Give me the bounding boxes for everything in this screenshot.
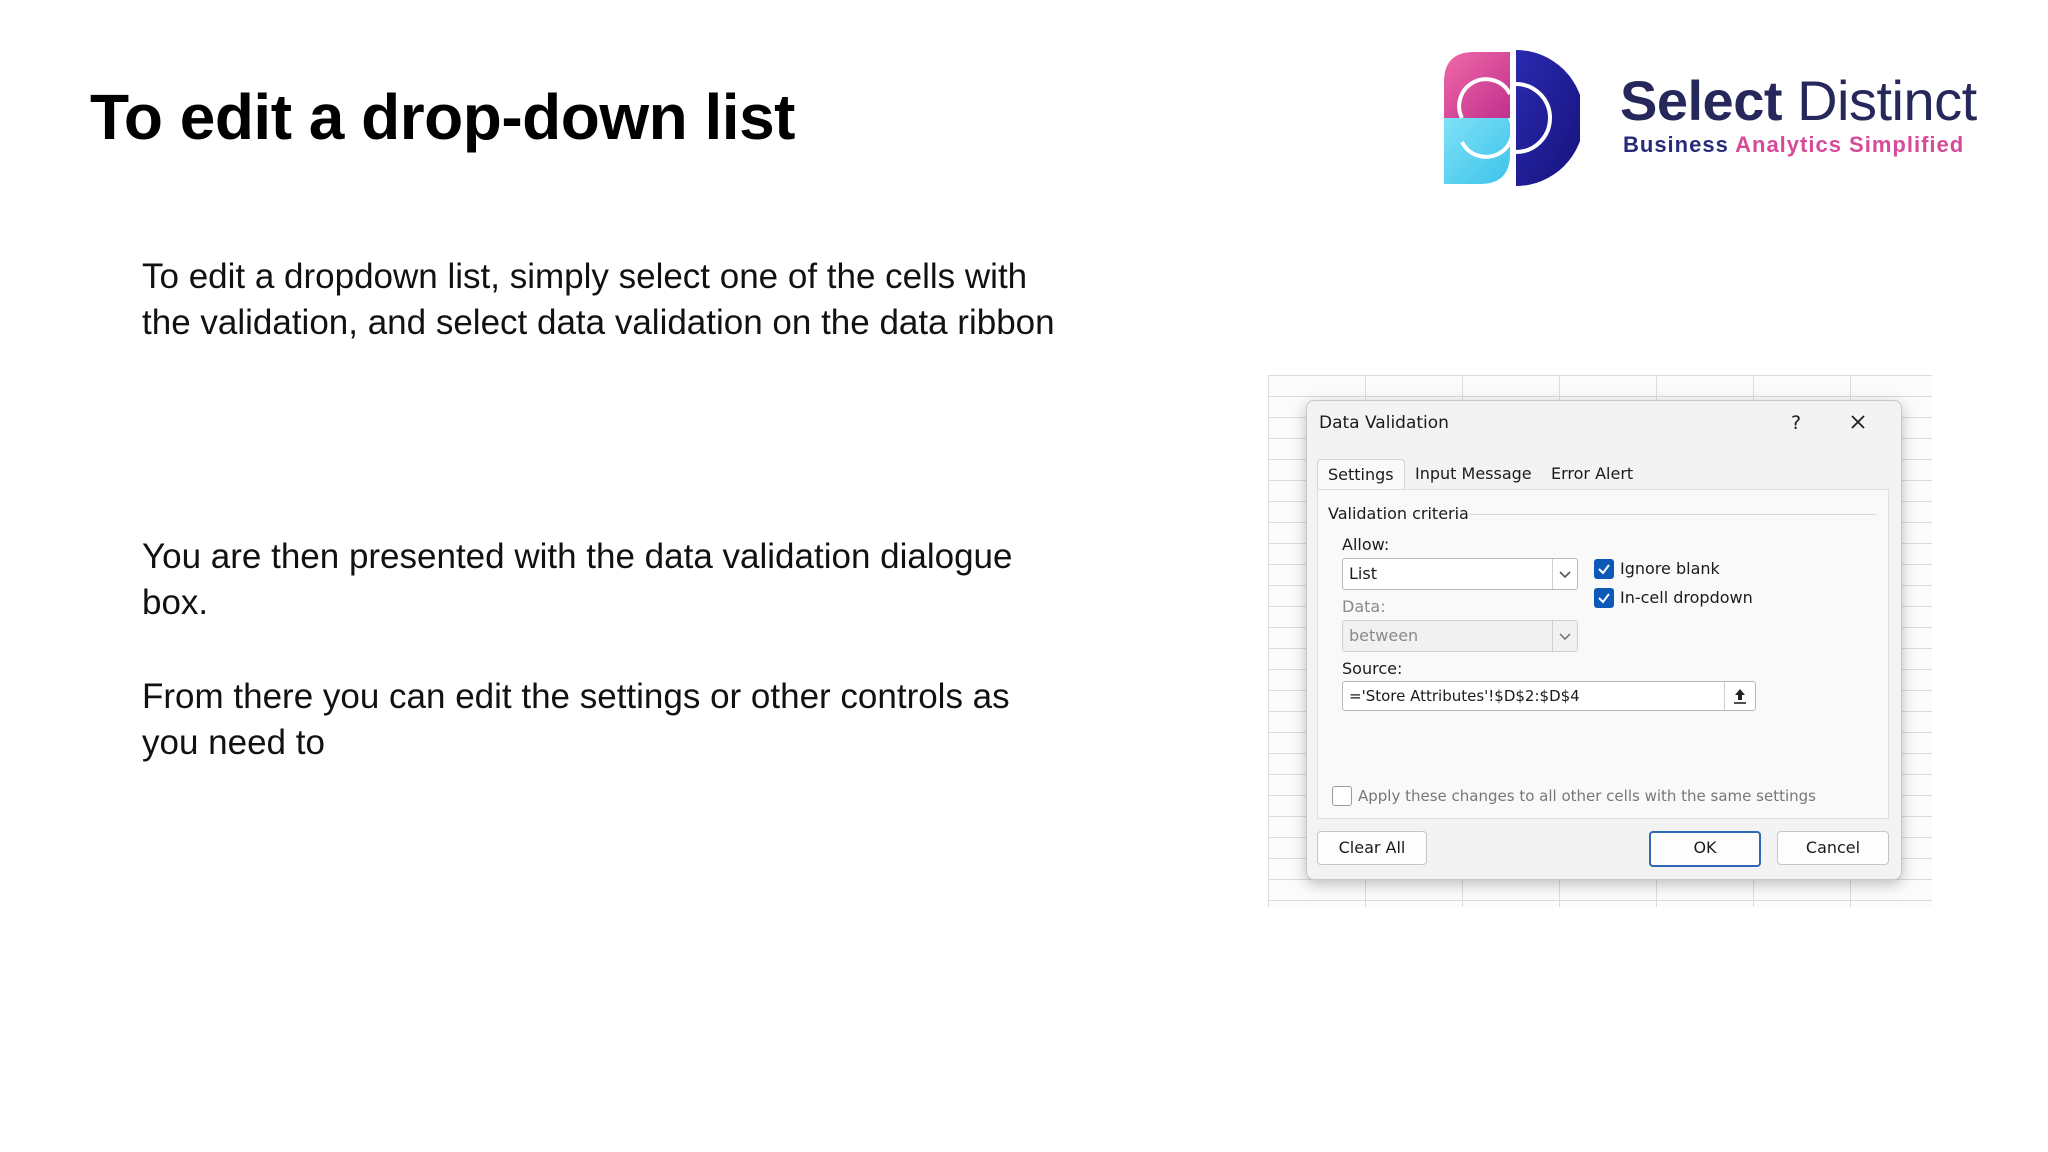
- tab-error-alert[interactable]: Error Alert: [1541, 459, 1643, 489]
- group-divider: [1470, 514, 1876, 515]
- chevron-down-icon: [1559, 633, 1571, 641]
- brand-tagline: Business Analytics Simplified: [1623, 132, 1964, 158]
- apply-all-label: Apply these changes to all other cells w…: [1358, 787, 1816, 805]
- data-validation-dialog: Data Validation ? Settings Input Message…: [1306, 400, 1902, 880]
- validation-criteria-label: Validation criteria: [1328, 504, 1469, 523]
- brand-name-part1: Select: [1620, 69, 1783, 132]
- ignore-blank-label: Ignore blank: [1620, 559, 1720, 578]
- chevron-down-icon: [1559, 571, 1571, 579]
- brand-name: Select Distinct: [1620, 68, 1977, 133]
- incell-dropdown-checkbox[interactable]: [1594, 588, 1614, 608]
- ignore-blank-checkbox[interactable]: [1594, 559, 1614, 579]
- allow-value: List: [1349, 564, 1377, 583]
- help-button[interactable]: ?: [1781, 409, 1811, 437]
- instruction-paragraph-2: You are then presented with the data val…: [142, 537, 1013, 622]
- slide-title: To edit a drop-down list: [90, 81, 795, 153]
- collapse-dialog-icon: [1734, 689, 1746, 704]
- select-distinct-logo-icon: [1444, 50, 1580, 186]
- brand-name-part2: Distinct: [1797, 69, 1977, 132]
- apply-all-checkbox[interactable]: [1332, 786, 1352, 806]
- brand-tagline-part2: Analytics Simplified: [1735, 132, 1965, 157]
- data-dropdown-button: [1552, 621, 1577, 651]
- settings-panel: Validation criteria Allow: List Data: be…: [1317, 489, 1889, 819]
- close-icon: [1851, 415, 1865, 429]
- tab-input-message[interactable]: Input Message: [1405, 459, 1542, 489]
- allow-select[interactable]: List: [1342, 558, 1578, 590]
- brand-tagline-part1: Business: [1623, 132, 1729, 157]
- instruction-paragraph-1: To edit a dropdown list, simply select o…: [142, 257, 1055, 342]
- source-value: ='Store Attributes'!$D$2:$D$4: [1349, 687, 1580, 705]
- incell-dropdown-label: In-cell dropdown: [1620, 588, 1753, 607]
- dialog-title: Data Validation: [1319, 413, 1449, 433]
- close-button[interactable]: [1843, 409, 1873, 437]
- allow-label: Allow:: [1342, 535, 1390, 554]
- allow-dropdown-button[interactable]: [1552, 559, 1577, 589]
- source-label: Source:: [1342, 659, 1403, 678]
- cancel-button[interactable]: Cancel: [1777, 831, 1889, 865]
- clear-all-button[interactable]: Clear All: [1317, 831, 1427, 865]
- ok-button[interactable]: OK: [1649, 831, 1761, 867]
- data-select: between: [1342, 620, 1578, 652]
- data-value: between: [1349, 626, 1419, 645]
- source-input[interactable]: ='Store Attributes'!$D$2:$D$4: [1342, 681, 1756, 711]
- collapse-dialog-button[interactable]: [1724, 682, 1755, 710]
- instruction-paragraph-3: From there you can edit the settings or …: [142, 677, 1010, 762]
- checkmark-icon: [1598, 564, 1610, 575]
- tab-settings[interactable]: Settings: [1317, 459, 1405, 490]
- data-label: Data:: [1342, 597, 1386, 616]
- checkmark-icon: [1598, 593, 1610, 604]
